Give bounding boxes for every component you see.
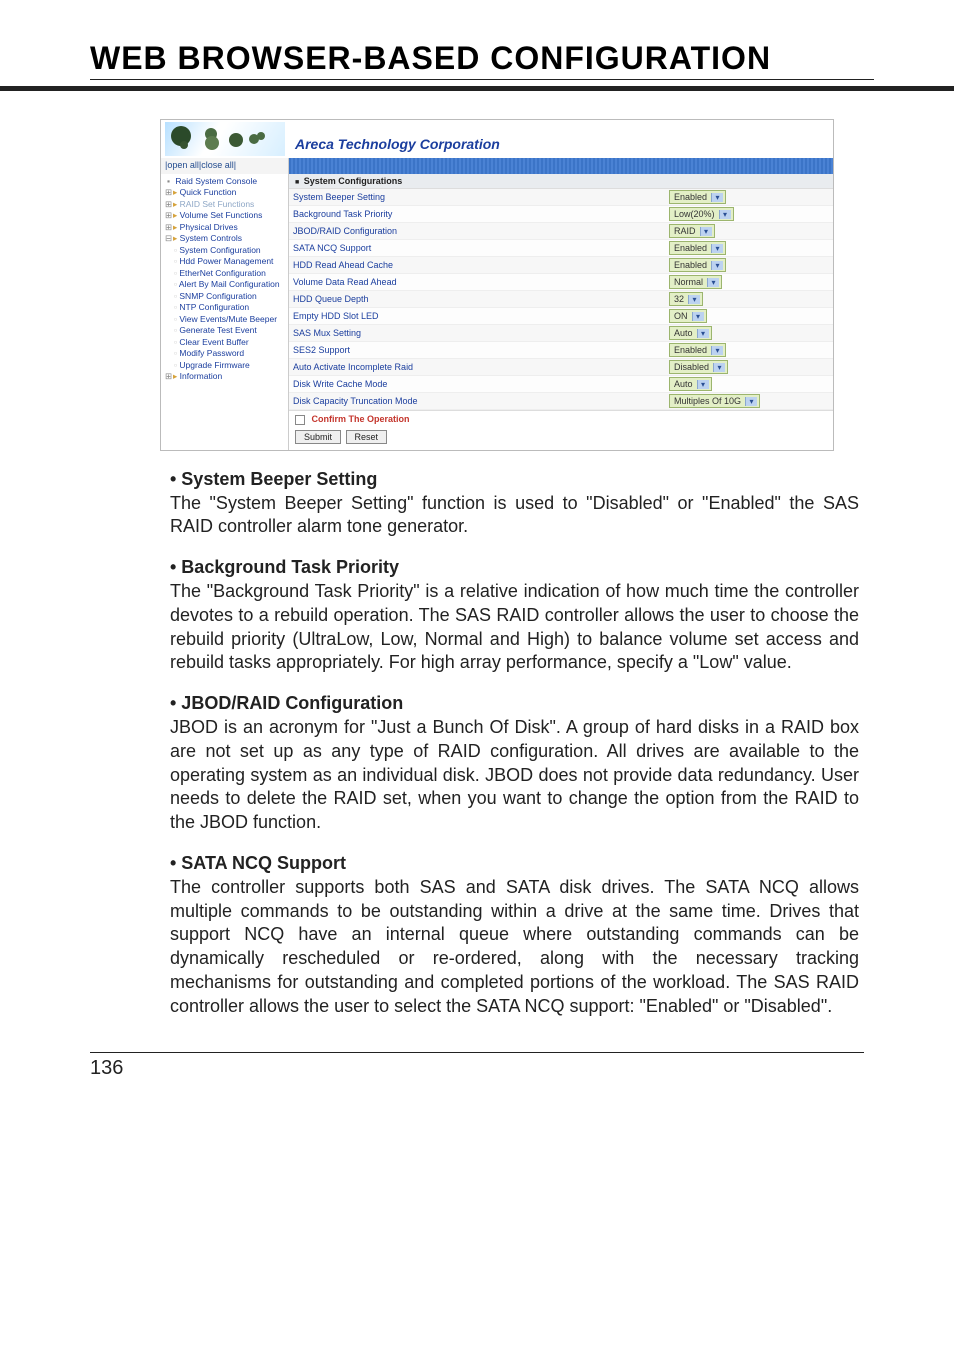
setting-row-jbod-raid: JBOD/RAID Configuration RAID▾: [289, 223, 833, 240]
setting-row-volume-read-ahead: Volume Data Read Ahead Normal▾: [289, 274, 833, 291]
setting-row-background-task: Background Task Priority Low(20%)▾: [289, 206, 833, 223]
setting-select-sas-mux[interactable]: Auto▾: [669, 326, 712, 340]
chevron-down-icon: ▾: [711, 193, 723, 202]
page-number: 136: [90, 1052, 864, 1080]
setting-select-background-task[interactable]: Low(20%)▾: [669, 207, 734, 221]
tree-volume-set-functions[interactable]: ⊞▸ Volume Set Functions: [164, 210, 285, 221]
setting-select-ses2[interactable]: Enabled▾: [669, 343, 726, 357]
tree-item-system-configuration[interactable]: ▫ System Configuration: [174, 245, 285, 256]
chevron-down-icon: ▾: [700, 227, 712, 236]
tree-item-modify-password[interactable]: ▫ Modify Password: [174, 348, 285, 359]
chevron-down-icon: ▾: [719, 210, 731, 219]
tree-raid-set-functions[interactable]: ⊞▸ RAID Set Functions: [164, 199, 285, 210]
setting-row-truncation: Disk Capacity Truncation Mode Multiples …: [289, 393, 833, 410]
setting-select-disk-write-cache[interactable]: Auto▾: [669, 377, 712, 391]
setting-select-auto-activate[interactable]: Disabled▾: [669, 360, 728, 374]
setting-row-ses2: SES2 Support Enabled▾: [289, 342, 833, 359]
panel-header: Areca Technology Corporation: [161, 120, 833, 158]
setting-row-sata-ncq: SATA NCQ Support Enabled▾: [289, 240, 833, 257]
setting-select-hdd-read-ahead[interactable]: Enabled▾: [669, 258, 726, 272]
tree-system-controls[interactable]: ⊟▸ System Controls ▫ System Configuratio…: [164, 233, 285, 371]
chevron-down-icon: ▾: [697, 329, 709, 338]
tree-item-clear-event-buffer[interactable]: ▫ Clear Event Buffer: [174, 337, 285, 348]
tree-item-ntp-configuration[interactable]: ▫ NTP Configuration: [174, 302, 285, 313]
section-body-jbod: JBOD is an acronym for "Just a Bunch Of …: [170, 716, 859, 835]
tree-item-upgrade-firmware[interactable]: ▫ Upgrade Firmware: [174, 360, 285, 371]
navigation-tree: ▪ Raid System Console ⊞▸ Quick Function …: [161, 174, 289, 450]
chevron-down-icon: ▾: [688, 295, 700, 304]
setting-select-hdd-queue-depth[interactable]: 32▾: [669, 292, 703, 306]
tree-root[interactable]: ▪ Raid System Console: [164, 176, 285, 187]
tree-physical-drives[interactable]: ⊞▸ Physical Drives: [164, 222, 285, 233]
section-heading-ncq: • SATA NCQ Support: [170, 853, 859, 874]
config-screenshot: Areca Technology Corporation |open all|c…: [160, 119, 834, 451]
chevron-down-icon: ▾: [745, 397, 757, 406]
chevron-down-icon: ▾: [711, 244, 723, 253]
chevron-down-icon: ▾: [692, 312, 704, 321]
setting-row-auto-activate: Auto Activate Incomplete Raid Disabled▾: [289, 359, 833, 376]
setting-label: System Beeper Setting: [293, 192, 669, 202]
setting-select-sata-ncq[interactable]: Enabled▾: [669, 241, 726, 255]
confirm-operation-row: Confirm The Operation: [289, 410, 833, 428]
section-body-ncq: The controller supports both SAS and SAT…: [170, 876, 859, 1019]
setting-label: SES2 Support: [293, 345, 669, 355]
setting-label: HDD Queue Depth: [293, 294, 669, 304]
reset-button[interactable]: Reset: [346, 430, 388, 444]
tree-quick-function[interactable]: ⊞▸ Quick Function: [164, 187, 285, 198]
section-heading-beeper: • System Beeper Setting: [170, 469, 859, 490]
system-configurations-panel: ■ System Configurations System Beeper Se…: [289, 174, 833, 450]
tree-item-hdd-power-management[interactable]: ▫ Hdd Power Management: [174, 256, 285, 267]
config-section-title: ■ System Configurations: [289, 174, 833, 189]
tree-item-view-events[interactable]: ▫ View Events/Mute Beeper: [174, 314, 285, 325]
form-buttons: Submit Reset: [289, 428, 833, 450]
setting-select-system-beeper[interactable]: Enabled▾: [669, 190, 726, 204]
setting-label: SATA NCQ Support: [293, 243, 669, 253]
section-heading-jbod: • JBOD/RAID Configuration: [170, 693, 859, 714]
chevron-down-icon: ▾: [713, 363, 725, 372]
setting-select-empty-slot-led[interactable]: ON▾: [669, 309, 707, 323]
chevron-down-icon: ▾: [697, 380, 709, 389]
setting-label: JBOD/RAID Configuration: [293, 226, 669, 236]
tree-item-ethernet-configuration[interactable]: ▫ EtherNet Configuration: [174, 268, 285, 279]
setting-row-disk-write-cache: Disk Write Cache Mode Auto▾: [289, 376, 833, 393]
chevron-down-icon: ▾: [707, 278, 719, 287]
setting-select-truncation[interactable]: Multiples Of 10G▾: [669, 394, 760, 408]
setting-row-hdd-read-ahead: HDD Read Ahead Cache Enabled▾: [289, 257, 833, 274]
tree-item-alert-by-mail[interactable]: ▫ Alert By Mail Configuration: [174, 279, 285, 290]
setting-label: Empty HDD Slot LED: [293, 311, 669, 321]
document-content: • System Beeper Setting The "System Beep…: [170, 469, 859, 1019]
chevron-down-icon: ▾: [711, 346, 723, 355]
corporation-title: Areca Technology Corporation: [289, 136, 500, 158]
setting-row-sas-mux: SAS Mux Setting Auto▾: [289, 325, 833, 342]
section-body-background: The "Background Task Priority" is a rela…: [170, 580, 859, 675]
setting-row-hdd-queue-depth: HDD Queue Depth 32▾: [289, 291, 833, 308]
tree-item-generate-test-event[interactable]: ▫ Generate Test Event: [174, 325, 285, 336]
page-title-text: WEB BROWSER-BASED CONFIGURATION: [90, 40, 771, 76]
setting-label: HDD Read Ahead Cache: [293, 260, 669, 270]
tree-toggle-links[interactable]: |open all|close all|: [161, 158, 289, 174]
brand-logo: [161, 120, 289, 158]
confirm-checkbox[interactable]: [295, 415, 305, 425]
setting-label: SAS Mux Setting: [293, 328, 669, 338]
section-body-beeper: The "System Beeper Setting" function is …: [170, 492, 859, 540]
setting-select-jbod-raid[interactable]: RAID▾: [669, 224, 715, 238]
tree-information[interactable]: ⊞▸ Information: [164, 371, 285, 382]
section-heading-background: • Background Task Priority: [170, 557, 859, 578]
setting-label: Auto Activate Incomplete Raid: [293, 362, 669, 372]
setting-select-volume-read-ahead[interactable]: Normal▾: [669, 275, 722, 289]
chevron-down-icon: ▾: [711, 261, 723, 270]
page-title: WEB BROWSER-BASED CONFIGURATION: [0, 40, 954, 91]
setting-label: Volume Data Read Ahead: [293, 277, 669, 287]
header-stripe: [289, 158, 833, 174]
setting-label: Disk Write Cache Mode: [293, 379, 669, 389]
setting-row-empty-slot-led: Empty HDD Slot LED ON▾: [289, 308, 833, 325]
setting-label: Background Task Priority: [293, 209, 669, 219]
confirm-label: Confirm The Operation: [312, 414, 410, 424]
setting-row-system-beeper: System Beeper Setting Enabled▾: [289, 189, 833, 206]
submit-button[interactable]: Submit: [295, 430, 341, 444]
tree-item-snmp-configuration[interactable]: ▫ SNMP Configuration: [174, 291, 285, 302]
setting-label: Disk Capacity Truncation Mode: [293, 396, 669, 406]
